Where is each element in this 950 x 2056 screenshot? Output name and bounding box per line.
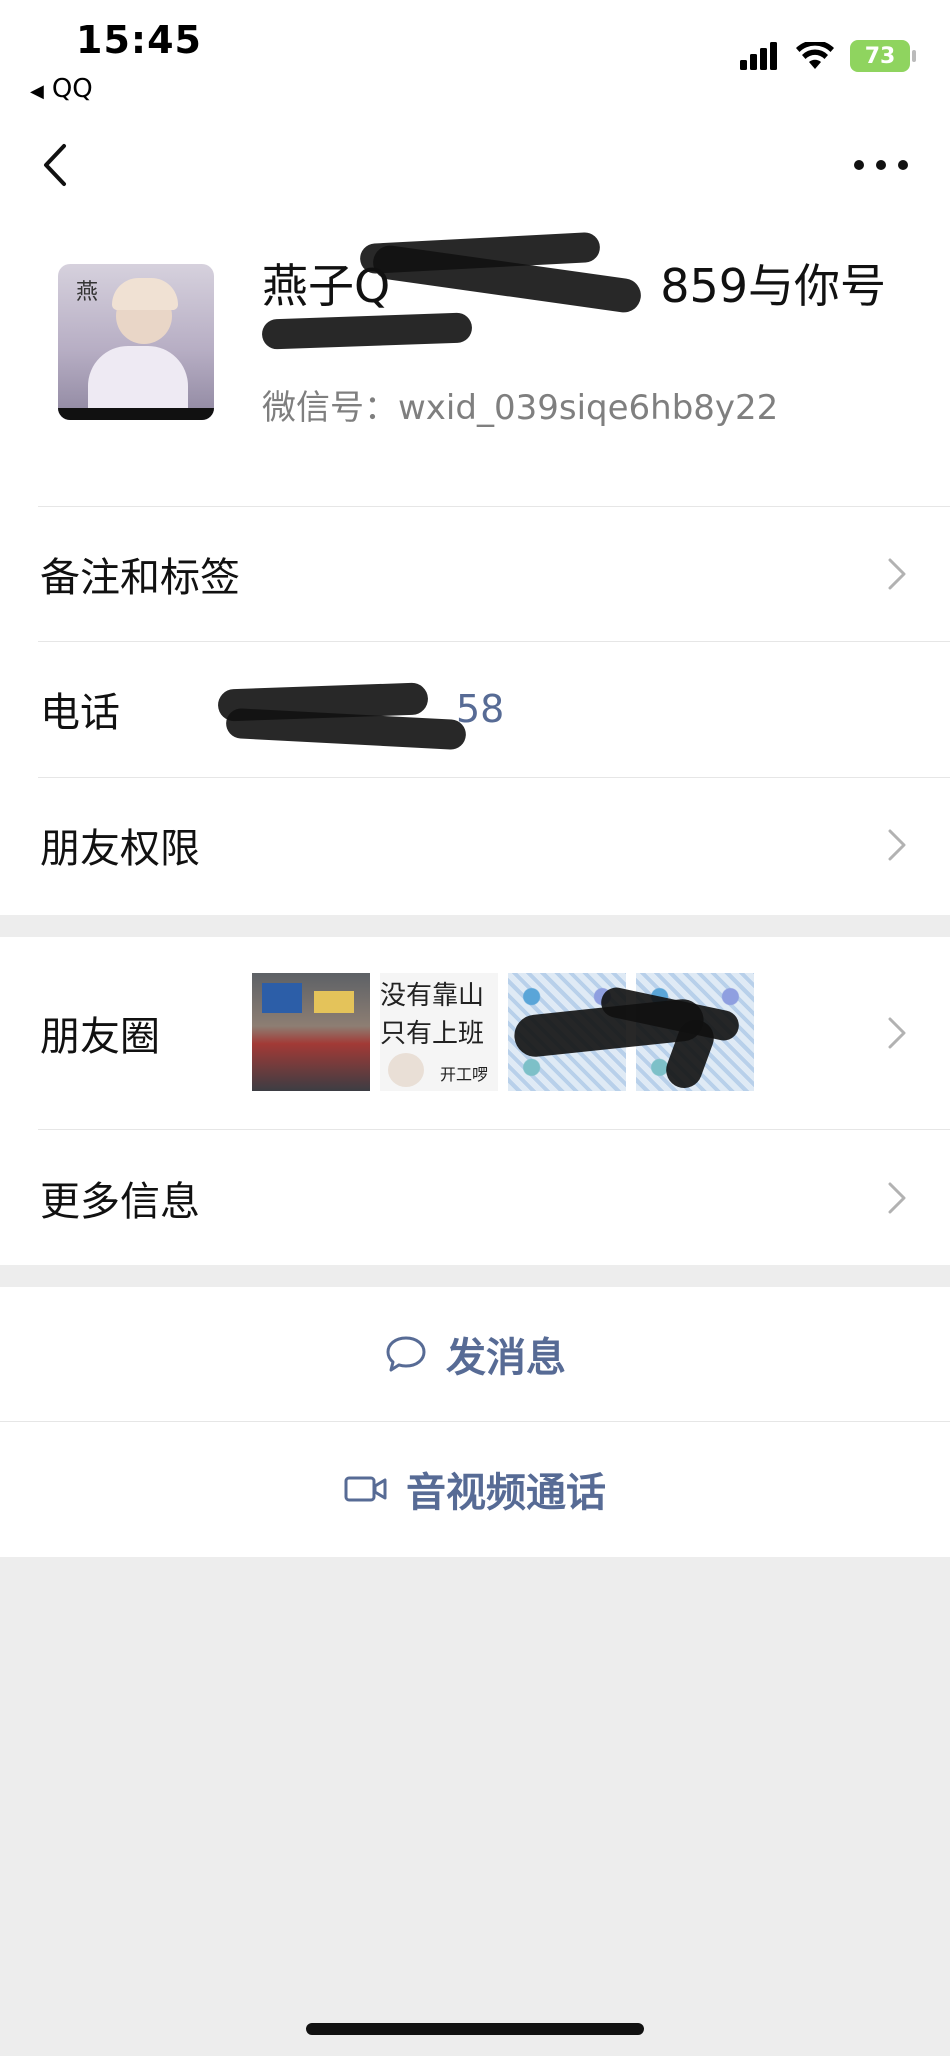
bear-sticker-icon <box>388 1053 424 1087</box>
chat-bubble-icon <box>386 1336 426 1372</box>
home-indicator[interactable] <box>306 2023 644 2035</box>
wechat-id: 微信号：wxid_039siqe6hb8y22 <box>262 380 778 429</box>
phone-visible-suffix: 58 <box>456 687 505 731</box>
nickname-end: 859与你号 <box>660 259 887 313</box>
thumb-sign <box>314 991 354 1013</box>
moments-thumbnail <box>252 973 370 1091</box>
back-app-label: QQ <box>51 74 93 104</box>
row-friend-permissions[interactable]: 朋友权限 <box>0 778 950 912</box>
battery-indicator: 73 <box>850 40 916 72</box>
status-time: 15:45 <box>76 18 202 62</box>
actions-section: 发消息 音视频通话 <box>0 1287 950 1557</box>
send-message-label: 发消息 <box>446 1335 566 1381</box>
video-camera-icon <box>344 1476 387 1502</box>
profile-header-panel: 15:45 ◀ QQ 73 燕 燕子Q 859与你号 微信号：wxid_039s… <box>0 0 950 915</box>
chevron-right-icon <box>888 1017 906 1049</box>
back-chevron-icon[interactable] <box>36 140 76 190</box>
moments-section: 朋友圈 没有靠山 只有上班 开工啰 更多信息 <box>0 937 950 1265</box>
row-label: 朋友权限 <box>40 826 200 872</box>
back-triangle-icon: ◀ <box>30 81 44 102</box>
redaction-mark <box>261 312 473 350</box>
chevron-right-icon <box>888 1182 906 1213</box>
chevron-right-icon <box>888 829 906 861</box>
thumb-sign <box>262 983 302 1013</box>
row-label: 电话 <box>40 690 120 736</box>
thumb-caption: 开工啰 <box>440 1065 489 1084</box>
row-remark-tags[interactable]: 备注和标签 <box>0 507 950 641</box>
status-indicators: 73 <box>740 40 916 72</box>
video-call-button[interactable]: 音视频通话 <box>0 1422 950 1556</box>
row-phone[interactable]: 电话 58 <box>0 642 950 776</box>
video-call-label: 音视频通话 <box>406 1470 606 1516</box>
more-dot <box>876 160 886 170</box>
row-moments[interactable]: 朋友圈 没有靠山 只有上班 开工啰 <box>0 937 950 1129</box>
chevron-right-icon <box>888 558 906 590</box>
wechat-id-value: wxid_039siqe6hb8y22 <box>398 388 779 428</box>
row-label: 朋友圈 <box>40 1014 160 1060</box>
thumb-text-line: 没有靠山 <box>380 981 485 1011</box>
more-options-icon[interactable] <box>854 148 908 182</box>
avatar-footer-bar <box>58 408 214 420</box>
signal-icon <box>740 42 777 70</box>
moments-thumbnail: 没有靠山 只有上班 开工啰 <box>380 973 498 1091</box>
more-dot <box>898 160 908 170</box>
row-label: 备注和标签 <box>40 555 240 601</box>
battery-level: 73 <box>864 43 896 69</box>
avatar-figure-cap <box>112 278 178 310</box>
row-label: 更多信息 <box>40 1178 200 1225</box>
row-more-info[interactable]: 更多信息 <box>0 1130 950 1265</box>
send-message-button[interactable]: 发消息 <box>0 1287 950 1421</box>
avatar-glyph: 燕 <box>76 280 99 305</box>
avatar[interactable]: 燕 <box>58 264 214 420</box>
more-dot <box>854 160 864 170</box>
back-to-app-link[interactable]: ◀ QQ <box>30 74 93 104</box>
wifi-icon <box>796 42 834 69</box>
thumb-text-line: 只有上班 <box>380 1019 485 1049</box>
wechat-id-label: 微信号： <box>262 388 398 428</box>
